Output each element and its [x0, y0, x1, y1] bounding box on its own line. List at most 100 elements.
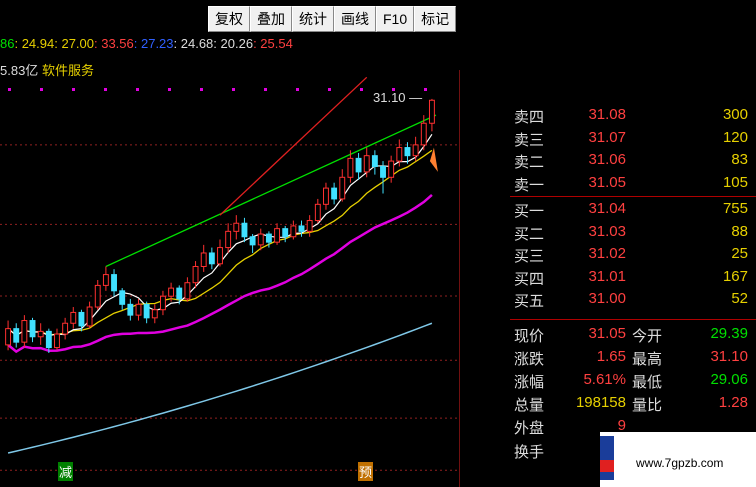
signal-dot	[200, 88, 203, 91]
summary-value: 198158	[575, 394, 626, 412]
order-price: 31.07	[588, 128, 626, 146]
candle-body	[355, 157, 362, 173]
candle-body	[217, 247, 223, 265]
order-label: 卖三	[514, 131, 545, 149]
candle-body	[306, 220, 313, 232]
candle-body	[323, 187, 329, 205]
candle-body	[339, 176, 346, 200]
candle-body	[225, 230, 232, 249]
signal-dot	[328, 88, 331, 91]
candle-body	[135, 303, 142, 316]
candle-body	[208, 252, 215, 265]
mark-button[interactable]: 标记	[414, 6, 457, 32]
order-label: 买一	[514, 203, 545, 220]
summary-value: 1.65	[596, 347, 626, 365]
candle-body	[396, 147, 403, 162]
summary-row: 涨幅 5.61% 最低 29.06	[510, 369, 756, 391]
candle-body	[331, 187, 338, 200]
draw-line-button[interactable]: 画线	[334, 6, 376, 32]
signal-dot	[264, 88, 267, 91]
candle-body	[54, 333, 60, 349]
order-volume: 83	[731, 151, 748, 168]
ask-row[interactable]: 卖一 31.05 105	[510, 172, 756, 194]
bid-row[interactable]: 买二 31.03 88	[510, 221, 756, 243]
summary-value: 31.05	[588, 324, 626, 342]
summary-label-2: 今开	[632, 327, 663, 345]
candle-body	[290, 225, 297, 238]
order-label: 买三	[514, 248, 545, 265]
candle-body	[159, 295, 166, 311]
candle-body	[13, 328, 20, 343]
ma-value: : 27.23	[133, 36, 174, 51]
order-price: 31.08	[588, 106, 626, 123]
candle-body	[45, 330, 52, 349]
ma-extra-long-line	[7, 322, 433, 454]
watermark-logo-icon	[600, 436, 614, 480]
quote-panel: 卖四 31.08 300 卖三 31.07 120 卖二 31.06 83 卖一 31.05 105 买…	[510, 104, 756, 487]
order-label: 买五	[514, 293, 545, 310]
order-volume: 88	[731, 222, 748, 240]
signal-dot	[296, 88, 299, 91]
fuquan-button[interactable]: 复权	[208, 6, 250, 32]
order-volume: 300	[722, 106, 748, 123]
reduce-marker[interactable]: 减	[58, 462, 74, 481]
bid-row[interactable]: 买四 31.01 167	[510, 266, 756, 288]
candle-body	[86, 306, 93, 327]
candle-body	[249, 236, 256, 246]
signal-dot	[8, 88, 11, 91]
order-price: 31.01	[588, 267, 626, 285]
signal-dot	[360, 88, 363, 91]
summary-label: 总量	[514, 397, 545, 415]
summary-label: 现价	[514, 327, 545, 345]
candle-body	[241, 222, 248, 238]
order-label: 卖一	[514, 176, 545, 194]
kline-chart[interactable]: 29.4026.4623.8121.4319.2917.36 复权 叠加 统计 …	[0, 0, 460, 487]
candle-body	[420, 122, 427, 146]
candle-body	[347, 157, 354, 178]
stock-info-line: 5.83亿 软件服务	[0, 60, 94, 79]
candle-body	[388, 160, 395, 178]
order-volume: 25	[731, 245, 748, 262]
order-price: 31.02	[588, 245, 626, 262]
summary-label: 涨跌	[514, 350, 545, 368]
signal-dot	[424, 88, 427, 91]
order-label: 买四	[514, 270, 545, 288]
candle-body	[78, 311, 85, 327]
order-volume: 167	[722, 267, 748, 285]
f10-button[interactable]: F10	[376, 6, 415, 32]
signal-dot	[40, 88, 43, 91]
summary-value-2: 1.28	[718, 394, 748, 412]
overlay-button[interactable]: 叠加	[250, 6, 292, 32]
summary-value-2: 29.39	[710, 324, 748, 342]
order-price: 31.00	[588, 290, 626, 307]
summary-value-2: 29.06	[710, 370, 748, 388]
signal-dot	[72, 88, 75, 91]
order-price: 31.04	[588, 200, 626, 217]
bid-row[interactable]: 买五 31.00 52	[510, 288, 756, 310]
summary-label: 涨幅	[514, 373, 545, 391]
order-volume: 120	[722, 128, 748, 146]
candle-body	[314, 203, 321, 222]
candle-body	[127, 303, 134, 316]
ask-row[interactable]: 卖二 31.06 83	[510, 149, 756, 171]
high-price-value: 31.10	[373, 90, 406, 105]
statistics-button[interactable]: 统计	[292, 6, 334, 32]
summary-label-2: 量比	[632, 397, 663, 415]
bid-row[interactable]: 买三 31.02 25	[510, 243, 756, 265]
candle-body	[102, 274, 109, 286]
candle-body	[143, 303, 150, 319]
ma-long-line	[7, 193, 433, 354]
bid-row[interactable]: 买一 31.04 755	[510, 198, 756, 220]
ask-row[interactable]: 卖三 31.07 120	[510, 127, 756, 149]
candle-body	[62, 322, 69, 335]
pre-marker[interactable]: 预	[358, 462, 374, 481]
order-label: 买二	[514, 225, 545, 243]
order-label: 卖二	[514, 154, 545, 171]
candle-body	[5, 328, 12, 346]
candle-body	[176, 287, 183, 300]
candle-body	[363, 155, 370, 173]
ma-value: : 24.68	[173, 36, 214, 51]
watermark-url: www.7gpzb.com	[636, 456, 724, 470]
ask-row[interactable]: 卖四 31.08 300	[510, 104, 756, 126]
summary-label-2: 最低	[632, 373, 663, 391]
